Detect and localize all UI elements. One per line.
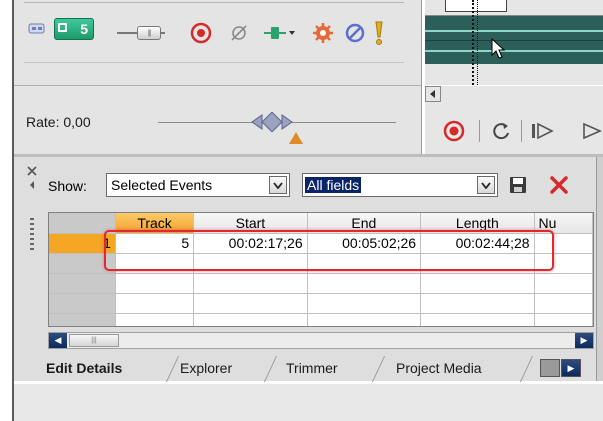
rate-slider-handle-icon[interactable] xyxy=(250,112,294,132)
scroll-left-button[interactable] xyxy=(425,86,441,102)
close-window-icon[interactable] xyxy=(26,165,38,177)
tab-separator xyxy=(263,356,278,382)
mute-icon[interactable] xyxy=(344,22,366,44)
selection-highlight-box xyxy=(104,230,554,271)
empty-cell[interactable] xyxy=(193,313,308,326)
chevron-down-icon[interactable] xyxy=(269,176,287,194)
solo-icon[interactable] xyxy=(372,20,386,46)
empty-cell[interactable] xyxy=(193,293,308,314)
track-fx-icon[interactable] xyxy=(312,21,334,45)
play-button[interactable] xyxy=(580,117,603,145)
track-color-square-icon xyxy=(58,23,67,32)
timeline-bottom-strip xyxy=(425,64,603,85)
table-row[interactable] xyxy=(49,273,593,294)
empty-cell[interactable] xyxy=(307,293,422,314)
row-header[interactable] xyxy=(49,313,116,326)
track-number-badge[interactable]: 5 xyxy=(54,18,94,40)
playhead-cursor-2 xyxy=(477,0,478,85)
left-edge-bar xyxy=(0,0,14,421)
window-tabs: Edit Details Explorer Trimmer Project Me… xyxy=(28,354,598,382)
tab-separator xyxy=(519,356,534,382)
scroll-left-icon[interactable]: ◀ xyxy=(49,333,67,348)
empty-cell[interactable] xyxy=(534,273,593,294)
empty-cell[interactable] xyxy=(307,273,422,294)
timeline-ruler-box xyxy=(445,0,507,12)
collapse-arrow-icon[interactable] xyxy=(28,180,36,190)
audio-lane-divider xyxy=(425,40,603,41)
timeline-area[interactable] xyxy=(425,0,603,85)
fields-dropdown[interactable]: All fields xyxy=(302,173,498,197)
row-header[interactable] xyxy=(49,293,116,314)
table-row[interactable] xyxy=(49,313,593,326)
empty-cell[interactable] xyxy=(534,293,593,314)
empty-cell[interactable] xyxy=(115,273,195,294)
show-label: Show: xyxy=(48,178,87,194)
empty-cell[interactable] xyxy=(307,313,422,326)
empty-cell[interactable] xyxy=(115,313,195,326)
empty-cell[interactable] xyxy=(420,273,535,294)
playhead-cursor[interactable] xyxy=(472,0,474,85)
rate-label: Rate: 0,00 xyxy=(26,114,91,130)
scroll-right-icon[interactable]: ▶ xyxy=(575,333,593,348)
chevron-down-icon[interactable] xyxy=(477,176,495,194)
bypass-fx-icon[interactable] xyxy=(228,22,250,44)
tab-separator xyxy=(371,356,386,382)
tab-scroll-right-icon[interactable]: ▶ xyxy=(561,359,581,377)
mouse-pointer-icon xyxy=(491,38,507,60)
show-dropdown-value: Selected Events xyxy=(111,177,213,193)
empty-cell[interactable] xyxy=(534,313,593,326)
empty-cell[interactable] xyxy=(193,273,308,294)
horizontal-scrollbar[interactable]: ◀ ||| ▶ xyxy=(48,332,594,349)
table-row[interactable] xyxy=(49,293,593,314)
track-volume-fader[interactable]: ||| xyxy=(117,26,165,40)
bottom-status-area xyxy=(14,384,603,421)
empty-cell[interactable] xyxy=(420,313,535,326)
transport-divider-2 xyxy=(521,120,522,142)
drag-grip-handle[interactable] xyxy=(30,218,34,252)
loop-playback-button[interactable] xyxy=(490,117,512,145)
tab-edit-details[interactable]: Edit Details xyxy=(46,354,122,382)
track-number: 5 xyxy=(80,21,88,37)
scrollbar-thumb[interactable]: ||| xyxy=(69,334,119,347)
track-header-inner-divider xyxy=(24,62,404,63)
track-motion-icon[interactable] xyxy=(262,22,298,44)
tab-trimmer[interactable]: Trimmer xyxy=(286,354,338,382)
track-minimize-icon[interactable] xyxy=(28,22,46,36)
play-from-start-button[interactable] xyxy=(530,117,556,145)
show-dropdown[interactable]: Selected Events xyxy=(106,173,290,197)
tab-explorer[interactable]: Explorer xyxy=(180,354,232,382)
save-icon[interactable] xyxy=(508,175,528,195)
row-header[interactable] xyxy=(49,273,116,294)
empty-cell[interactable] xyxy=(420,293,535,314)
empty-cell[interactable] xyxy=(115,293,195,314)
tab-list-button[interactable] xyxy=(540,359,560,377)
tab-separator xyxy=(165,356,180,382)
fields-dropdown-value: All fields xyxy=(305,177,362,193)
tab-project-media[interactable]: Project Media xyxy=(396,354,482,382)
audio-waveform-line-2 xyxy=(425,50,603,52)
audio-waveform-line-1 xyxy=(425,30,603,32)
fader-knob[interactable]: ||| xyxy=(137,26,161,40)
record-arm-icon[interactable] xyxy=(190,22,212,44)
rate-marker-icon xyxy=(288,131,304,145)
delete-icon[interactable] xyxy=(548,174,570,196)
right-window-edge xyxy=(596,157,603,381)
record-button[interactable] xyxy=(443,117,465,145)
track-header-top-divider xyxy=(24,0,404,3)
transport-divider xyxy=(479,120,480,142)
